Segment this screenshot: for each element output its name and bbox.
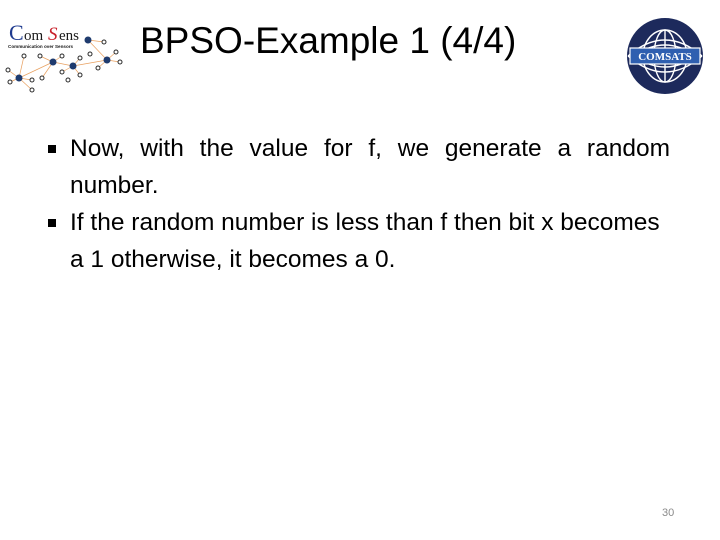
slide-title: BPSO-Example 1 (4/4) [140,20,517,61]
logo-tagline: Communication over Sensors [8,44,74,49]
bullet-text: Now, with the value for f, we generate a… [70,135,670,199]
logo-letter-c: C [9,20,24,45]
bullet-text: If the random number is less than f then… [70,209,660,273]
logo-letter-s: S [48,24,58,45]
comsens-logo-graphic: C om S ens Communication over Sensors [5,20,123,93]
comsats-logo-graphic: COMSATS [627,18,703,94]
comsens-logo: C om S ens Communication over Sensors [0,20,135,100]
bullet-item: If the random number is less than f then… [48,204,670,278]
bullet-item: Now, with the value for f, we generate a… [48,130,670,204]
logo-text-ens: ens [59,28,79,44]
comsats-logo-text: COMSATS [638,51,692,63]
square-bullet-icon [48,219,56,227]
square-bullet-icon [48,145,56,153]
page-number: 30 [662,507,675,519]
comsats-logo: COMSATS [620,14,710,98]
logo-text-om: om [24,28,44,44]
slide-body: Now, with the value for f, we generate a… [48,130,670,278]
